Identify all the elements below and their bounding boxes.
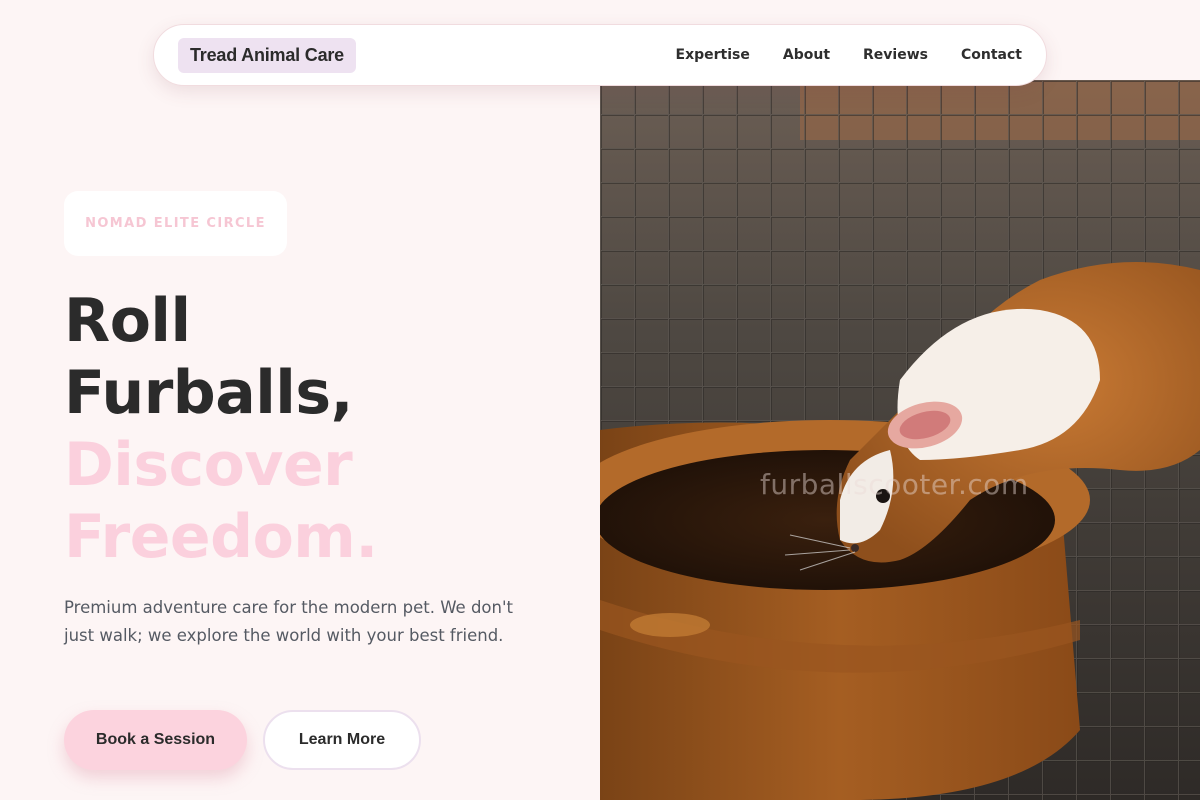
hero-badge: NOMAD ELITE CIRCLE bbox=[64, 191, 287, 256]
headline-line-2: Furballs, bbox=[64, 358, 353, 428]
headline-line-3: Discover bbox=[64, 430, 353, 500]
book-session-button[interactable]: Book a Session bbox=[64, 710, 247, 770]
nav-link-about[interactable]: About bbox=[783, 47, 830, 63]
nav-link-reviews[interactable]: Reviews bbox=[863, 47, 928, 63]
guinea-pig-photo bbox=[600, 80, 1200, 800]
headline-line-1: Roll bbox=[64, 286, 191, 356]
top-navbar: Tread Animal Care Expertise About Review… bbox=[153, 24, 1047, 86]
nav-link-expertise[interactable]: Expertise bbox=[676, 47, 750, 63]
nav-links: Expertise About Reviews Contact bbox=[676, 47, 1022, 63]
hero-image-guinea-pig bbox=[600, 80, 1200, 800]
brand-logo[interactable]: Tread Animal Care bbox=[178, 37, 356, 73]
nav-link-contact[interactable]: Contact bbox=[961, 47, 1022, 63]
hero-subtext: Premium adventure care for the modern pe… bbox=[64, 598, 513, 645]
hero-headline: Roll Furballs, Discover Freedom. bbox=[64, 285, 584, 573]
headline-line-4: Freedom. bbox=[64, 502, 378, 572]
learn-more-button[interactable]: Learn More bbox=[263, 710, 421, 770]
